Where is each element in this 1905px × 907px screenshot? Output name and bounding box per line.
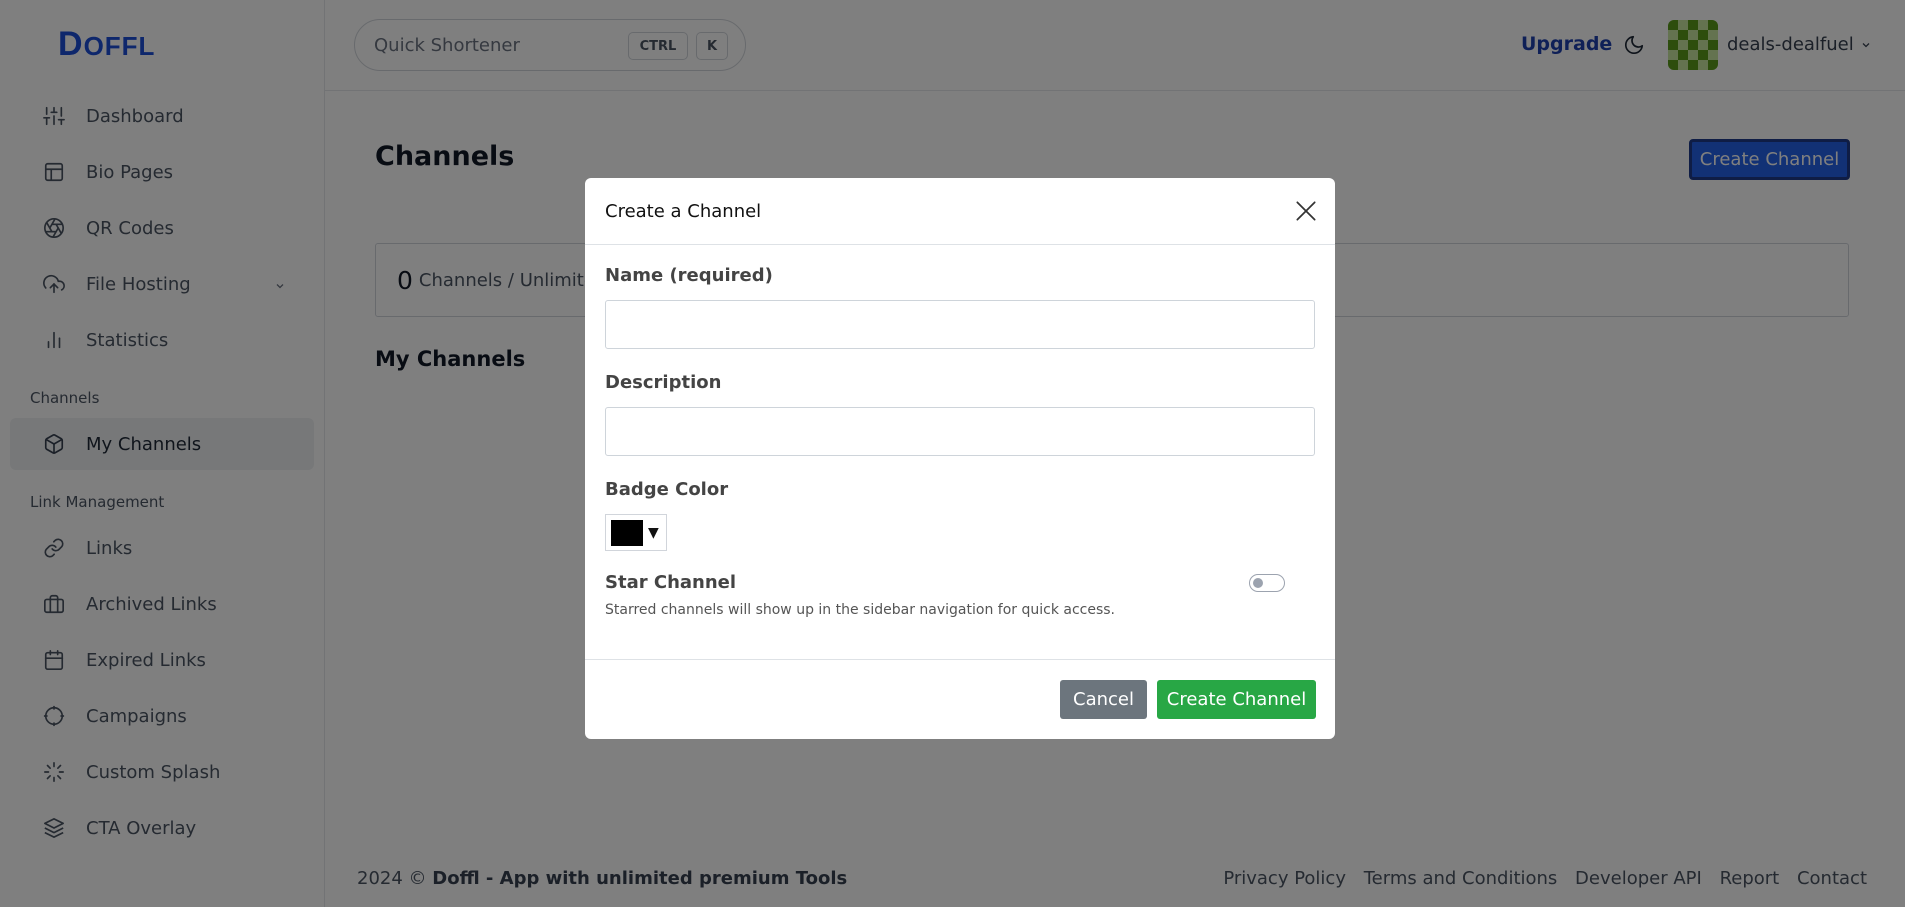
modal-header: Create a Channel: [585, 178, 1335, 245]
badge-color-label: Badge Color: [605, 479, 729, 500]
modal-footer: Cancel Create Channel: [585, 659, 1335, 739]
close-icon[interactable]: [1293, 198, 1319, 224]
star-channel-help: Starred channels will show up in the sid…: [605, 602, 1116, 618]
name-input[interactable]: [605, 300, 1315, 349]
description-input[interactable]: [605, 407, 1315, 456]
star-channel-toggle[interactable]: [1249, 574, 1285, 592]
star-channel-row: Star Channel: [605, 572, 1315, 600]
name-label: Name (required): [605, 265, 773, 286]
cancel-button[interactable]: Cancel: [1060, 680, 1147, 719]
modal-body: Name (required) Description Badge Color …: [585, 245, 1335, 618]
color-swatch: [611, 519, 643, 546]
create-channel-submit-button[interactable]: Create Channel: [1157, 680, 1316, 719]
description-label: Description: [605, 372, 722, 393]
star-channel-label: Star Channel: [605, 572, 737, 593]
badge-color-picker[interactable]: ▼: [605, 514, 667, 551]
dropdown-arrow-icon: ▼: [648, 524, 659, 541]
create-channel-modal: Create a Channel Name (required) Descrip…: [585, 178, 1335, 739]
modal-title: Create a Channel: [605, 200, 762, 222]
